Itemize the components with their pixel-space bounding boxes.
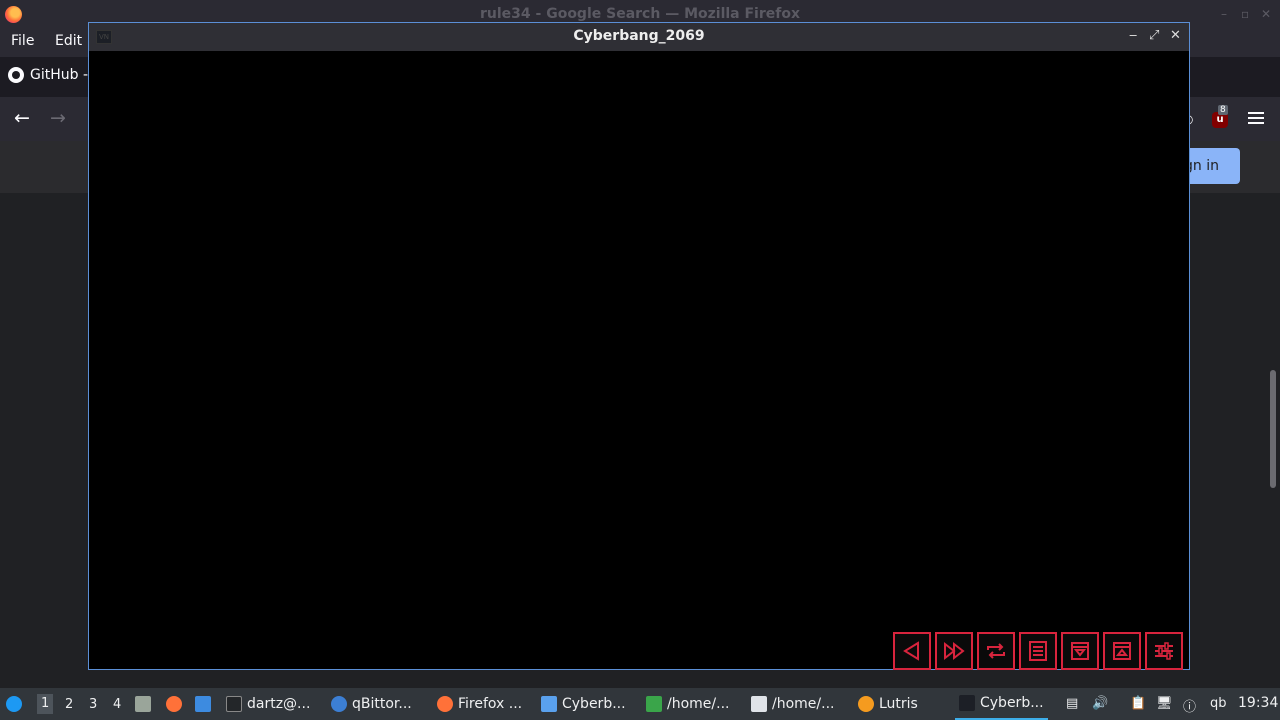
task-terminal[interactable]: dartz@... (226, 688, 310, 720)
lutris-icon (858, 696, 874, 712)
history-button[interactable] (1019, 632, 1057, 670)
file-manager-icon (135, 696, 151, 712)
task-lutris[interactable]: Lutris (858, 688, 918, 720)
notifications-icon[interactable]: ▤ (1066, 696, 1078, 711)
folder-icon (541, 696, 557, 712)
qbittorrent-tray-icon[interactable]: qb (1210, 696, 1227, 711)
show-desktop-icon (195, 696, 211, 712)
quick-menu (893, 632, 1183, 670)
task-qbittorrent[interactable]: qBittor... (331, 688, 412, 720)
firefox-window-title: rule34 - Google Search — Mozilla Firefox (480, 6, 800, 22)
app-launcher-icon (6, 696, 22, 712)
save-icon (1071, 642, 1089, 660)
terminal-icon (226, 696, 242, 712)
maximize-button[interactable]: ⤢ (1149, 28, 1159, 43)
task-game[interactable]: Cyberb... (955, 688, 1048, 720)
start-menu-button[interactable] (6, 688, 22, 720)
firefox-maximize-button[interactable]: ▫ (1241, 7, 1249, 21)
game-window-title: Cyberbang_2069 (573, 28, 705, 44)
launcher-firefox[interactable] (166, 688, 182, 720)
load-icon (1113, 642, 1131, 660)
workspace-3[interactable]: 3 (89, 697, 97, 712)
firefox-close-button[interactable]: ✕ (1261, 7, 1271, 21)
task-firefox[interactable]: Firefox ... (437, 688, 522, 720)
updates-icon[interactable]: ⓘ (1183, 696, 1196, 715)
task-editor[interactable]: /home/... (751, 688, 834, 720)
github-icon (8, 67, 24, 83)
desktop: rule34 - Google Search — Mozilla Firefox… (0, 0, 1280, 720)
task-label: Lutris (879, 696, 918, 712)
skip-button[interactable] (935, 632, 973, 670)
save-button[interactable] (1061, 632, 1099, 670)
task-label: /home/... (667, 696, 730, 712)
game-window: VN Cyberbang_2069 ‒ ⤢ ✕ (88, 22, 1190, 670)
task-label: /home/... (772, 696, 835, 712)
firefox-minimize-button[interactable]: – (1221, 7, 1227, 21)
workspace-1[interactable]: 1 (37, 694, 54, 714)
task-label: qBittor... (352, 696, 412, 712)
triangle-left-icon (903, 641, 919, 661)
game-icon (959, 695, 975, 711)
task-archive[interactable]: /home/... (646, 688, 729, 720)
minimize-button[interactable]: ‒ (1129, 28, 1137, 43)
menu-edit[interactable]: Edit (55, 33, 82, 49)
preferences-button[interactable] (1145, 632, 1183, 670)
settings-sliders-icon (1155, 642, 1173, 660)
launcher-files[interactable] (135, 688, 151, 720)
fast-forward-icon (944, 641, 965, 661)
auto-button[interactable] (977, 632, 1015, 670)
clock[interactable]: 19:34 (1238, 695, 1278, 711)
close-button[interactable]: ✕ (1170, 28, 1181, 43)
task-file-manager[interactable]: Cyberb... (541, 688, 626, 720)
archive-icon (646, 696, 662, 712)
back-button[interactable]: ← (14, 107, 30, 129)
volume-icon[interactable]: 🔊 (1092, 696, 1108, 711)
back-button[interactable] (893, 632, 931, 670)
workspace-2[interactable]: 2 (65, 697, 73, 712)
qbittorrent-icon (331, 696, 347, 712)
menu-file[interactable]: File (11, 33, 34, 49)
game-canvas[interactable] (89, 51, 1189, 669)
tab-github[interactable]: GitHub - (8, 67, 88, 83)
workspace-4[interactable]: 4 (113, 697, 121, 712)
forward-button[interactable]: → (50, 107, 66, 129)
task-label: dartz@... (247, 696, 311, 712)
task-label: Firefox ... (458, 696, 523, 712)
task-label: Cyberb... (562, 696, 626, 712)
game-window-titlebar[interactable]: VN Cyberbang_2069 ‒ ⤢ ✕ (89, 23, 1189, 51)
network-icon[interactable]: 🖥 (1156, 696, 1173, 711)
ublock-badge: 8 (1218, 105, 1228, 115)
page-scrollbar[interactable] (1270, 370, 1276, 488)
history-icon (1029, 641, 1047, 661)
taskbar: 1 2 3 4 dartz@... qBittor... Firefox ...… (0, 688, 1280, 720)
launcher-desktop[interactable] (195, 688, 211, 720)
clipboard-icon[interactable]: 📋 (1130, 696, 1146, 711)
tab-label: GitHub - (30, 67, 89, 83)
load-button[interactable] (1103, 632, 1141, 670)
firefox-icon (166, 696, 182, 712)
task-label: Cyberb... (980, 695, 1044, 711)
repeat-icon (987, 643, 1005, 659)
menu-hamburger-icon[interactable] (1248, 112, 1264, 126)
text-editor-icon (751, 696, 767, 712)
firefox-icon (437, 696, 453, 712)
